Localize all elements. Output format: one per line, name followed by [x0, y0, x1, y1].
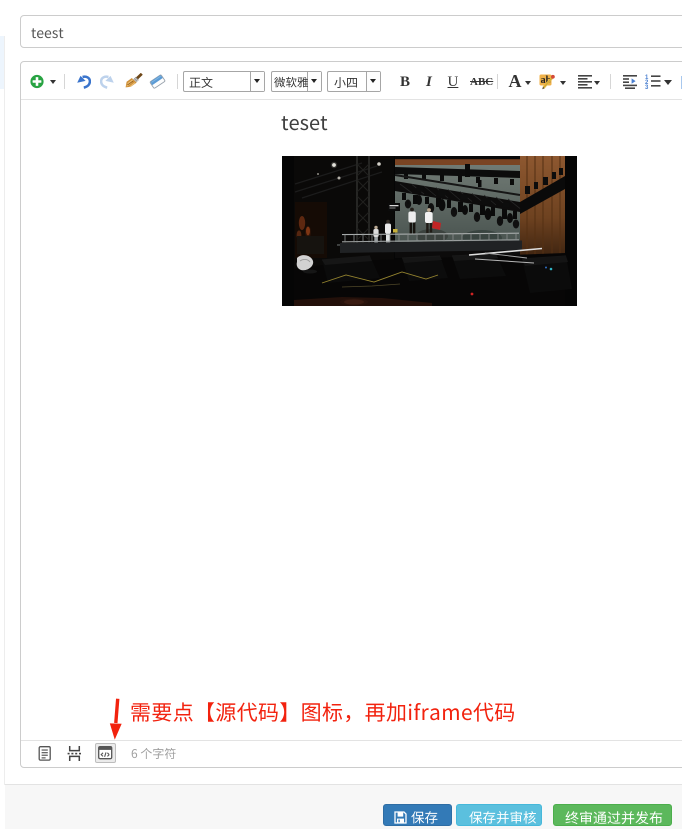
svg-text:3: 3 — [645, 85, 649, 89]
